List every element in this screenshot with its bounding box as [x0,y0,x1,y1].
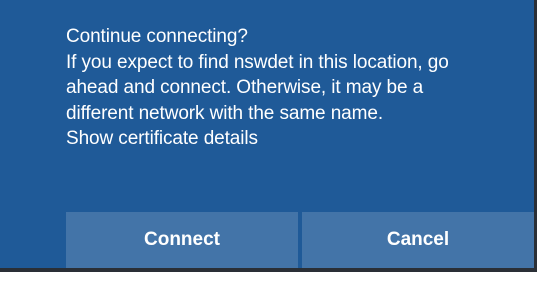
connect-button[interactable]: Connect [66,212,298,268]
dialog-message: Continue connecting? If you expect to fi… [66,24,536,152]
cancel-button[interactable]: Cancel [302,212,534,268]
show-certificate-details-link[interactable]: Show certificate details [66,126,536,152]
network-connect-flyout: Continue connecting? If you expect to fi… [0,0,537,272]
button-row: Connect Cancel [66,212,534,268]
message-line: ahead and connect. Otherwise, it may be … [66,77,424,98]
dialog-title: Continue connecting? [66,26,248,47]
message-line: different network with the same name. [66,102,383,124]
message-line: If you expect to find nswdet in this loc… [66,51,449,73]
